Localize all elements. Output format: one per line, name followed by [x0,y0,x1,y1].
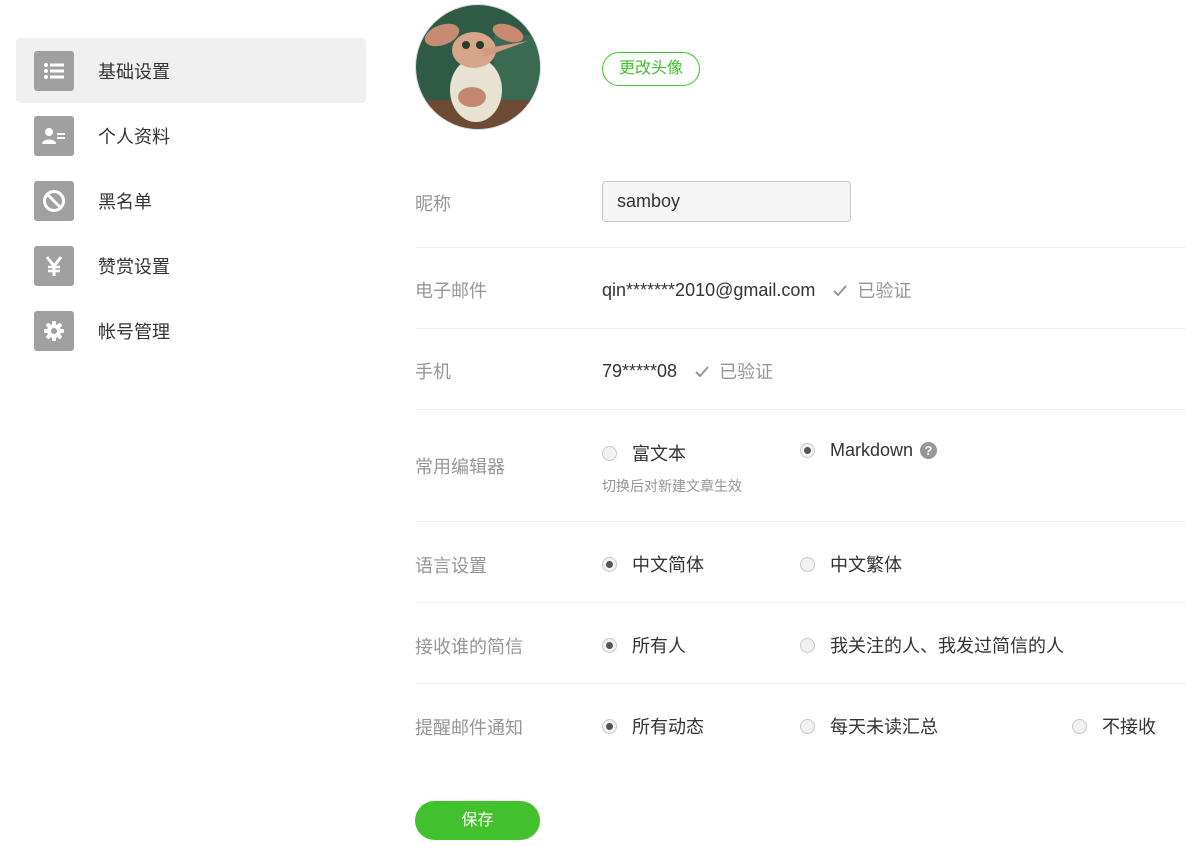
editor-option-markdown[interactable]: Markdown ? [800,440,938,461]
avatar-row: 更改头像 [415,4,1186,134]
sidebar-item-label: 帐号管理 [98,321,170,342]
radio-button[interactable] [602,445,617,461]
messages-option-following[interactable]: 我关注的人、我发过简信的人 [800,632,1064,658]
radio-label: 富文本 [632,444,686,464]
radio-button[interactable] [602,637,617,653]
phone-value: 79*****08 [602,360,678,381]
check-icon [833,284,848,296]
messages-option-everyone[interactable]: 所有人 [602,632,686,658]
radio-button[interactable] [800,637,815,653]
sidebar-item-label: 赞赏设置 [98,256,170,277]
radio-label: Markdown [830,440,914,460]
sidebar-item-label: 基础设置 [98,61,170,82]
radio-label: 不接收 [1102,717,1156,737]
sidebar-item-blacklist[interactable]: 黑名单 [16,168,366,233]
phone-label: 手机 [415,362,451,382]
language-option-simplified[interactable]: 中文简体 [602,551,704,577]
email-value: qin*******2010@gmail.com [602,279,816,300]
language-option-traditional[interactable]: 中文繁体 [800,551,902,577]
email-label: 电子邮件 [415,281,487,301]
sidebar-item-basic-settings[interactable]: 基础设置 [16,38,366,103]
phone-verified-text: 已验证 [719,362,774,382]
language-label: 语言设置 [415,556,487,576]
radio-button[interactable] [1072,718,1087,734]
check-icon [695,365,709,377]
editor-label: 常用编辑器 [415,457,505,477]
email-verified-badge: 已验证 [833,277,911,303]
email-notify-option-daily[interactable]: 每天未读汇总 [800,713,938,739]
editor-row: 常用编辑器 富文本 Markdown ? 切换后对新建文章生效 [415,410,1186,522]
gear-icon [34,310,74,351]
user-card-icon [34,115,74,156]
radio-button[interactable] [602,718,617,734]
change-avatar-button[interactable]: 更改头像 [602,52,701,86]
nickname-row: 昵称 [415,160,1186,248]
radio-label: 中文繁体 [830,555,902,575]
radio-button[interactable] [800,443,815,458]
avatar [415,4,541,130]
radio-label: 所有动态 [632,717,704,737]
email-notify-option-all[interactable]: 所有动态 [602,713,704,739]
radio-label: 每天未读汇总 [830,717,938,737]
settings-sidebar: 基础设置 个人资料 黑名单 赞赏设置 帐号管理 [16,38,366,363]
list-icon [34,50,74,91]
sidebar-item-label: 黑名单 [98,191,152,212]
phone-verified-badge: 已验证 [695,358,773,384]
email-verified-text: 已验证 [857,281,912,301]
sidebar-item-label: 个人资料 [98,126,170,147]
email-notify-label: 提醒邮件通知 [415,718,523,738]
radio-button[interactable] [602,556,617,572]
language-row: 语言设置 中文简体 中文繁体 [415,522,1186,603]
nickname-label: 昵称 [415,194,451,214]
radio-button[interactable] [800,556,815,572]
yen-icon [34,245,74,286]
email-notify-row: 提醒邮件通知 所有动态 每天未读汇总 不接收 [415,684,1186,765]
radio-button[interactable] [800,718,815,734]
help-icon[interactable]: ? [920,442,938,459]
save-button[interactable]: 保存 [415,801,540,840]
radio-label: 我关注的人、我发过简信的人 [830,636,1064,656]
sidebar-item-reward-settings[interactable]: 赞赏设置 [16,233,366,298]
editor-hint: 切换后对新建文章生效 [602,478,742,494]
nickname-input[interactable] [602,181,851,222]
email-notify-option-none[interactable]: 不接收 [1072,713,1156,739]
messages-row: 接收谁的简信 所有人 我关注的人、我发过简信的人 [415,603,1186,684]
email-row: 电子邮件 qin*******2010@gmail.com 已验证 [415,248,1186,329]
messages-label: 接收谁的简信 [415,637,523,657]
radio-label: 所有人 [632,636,686,656]
editor-option-rich-text[interactable]: 富文本 [602,440,686,466]
sidebar-item-account-management[interactable]: 帐号管理 [16,298,366,363]
phone-row: 手机 79*****08 已验证 [415,329,1186,410]
sidebar-item-profile[interactable]: 个人资料 [16,103,366,168]
radio-label: 中文简体 [632,555,704,575]
block-icon [34,180,74,221]
